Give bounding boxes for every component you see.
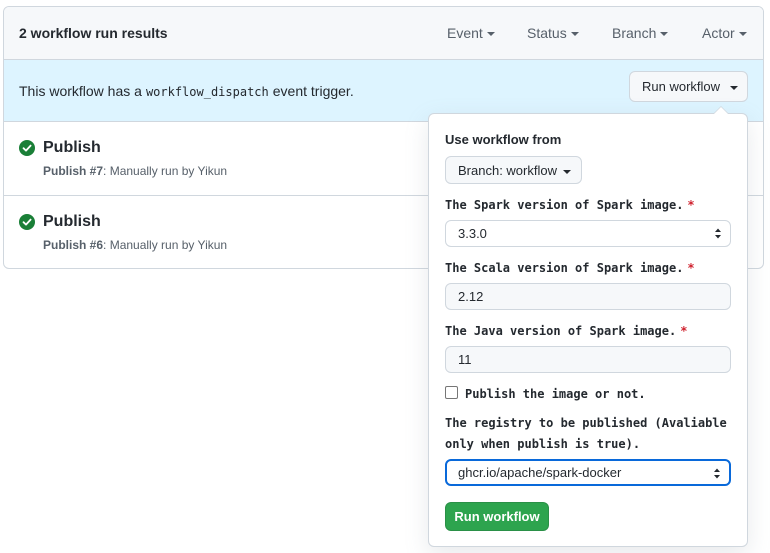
run-subtitle: Publish #7: Manually run by Yikun bbox=[43, 164, 228, 178]
filter-event[interactable]: Event bbox=[447, 25, 495, 41]
success-check-icon bbox=[19, 140, 35, 156]
java-version-label: The Java version of Spark image. * bbox=[445, 324, 688, 338]
required-marker: * bbox=[680, 324, 688, 338]
run-workflow-dropdown-button[interactable]: Run workflow bbox=[629, 71, 748, 102]
chevron-down-icon bbox=[660, 32, 669, 37]
chevron-down-icon bbox=[486, 32, 495, 37]
scala-version-input[interactable]: 2.12 bbox=[445, 283, 731, 310]
run-workflow-submit-button[interactable]: Run workflow bbox=[445, 502, 549, 531]
chevron-down-icon bbox=[730, 85, 739, 90]
chevron-down-icon bbox=[562, 169, 571, 174]
required-marker: * bbox=[687, 261, 695, 275]
publish-checkbox[interactable] bbox=[445, 386, 458, 399]
registry-select[interactable]: ghcr.io/apache/spark-docker bbox=[445, 459, 731, 486]
chevron-down-icon bbox=[570, 32, 579, 37]
filter-branch[interactable]: Branch bbox=[612, 25, 669, 41]
select-arrows-icon bbox=[715, 228, 721, 239]
branch-select-button[interactable]: Branch: workflow bbox=[445, 156, 582, 184]
run-workflow-popover: Use workflow from Branch: workflow The S… bbox=[428, 106, 748, 547]
registry-label-line1: The registry to be published (Avaliable bbox=[445, 416, 727, 430]
runs-count-title: 2 workflow run results bbox=[19, 25, 168, 41]
publish-label: Publish the image or not. bbox=[465, 387, 646, 401]
spark-version-label: The Spark version of Spark image. * bbox=[445, 198, 695, 212]
runs-header: 2 workflow run results Event Status Bran… bbox=[4, 7, 763, 60]
registry-label-line2: only when publish is true). bbox=[445, 437, 641, 451]
run-subtitle: Publish #6: Manually run by Yikun bbox=[43, 238, 228, 252]
chevron-down-icon bbox=[738, 32, 747, 37]
java-version-input[interactable]: 11 bbox=[445, 346, 731, 373]
run-title-link[interactable]: Publish bbox=[43, 213, 101, 231]
spark-version-select[interactable]: 3.3.0 bbox=[445, 220, 731, 247]
filter-status[interactable]: Status bbox=[527, 25, 579, 41]
scala-version-label: The Scala version of Spark image. * bbox=[445, 261, 695, 275]
success-check-icon bbox=[19, 214, 35, 230]
required-marker: * bbox=[687, 198, 695, 212]
select-arrows-icon bbox=[714, 468, 720, 479]
use-workflow-from-label: Use workflow from bbox=[445, 132, 562, 147]
dispatch-message: This workflow has a workflow_dispatch even… bbox=[19, 83, 354, 99]
filter-actor[interactable]: Actor bbox=[702, 25, 747, 41]
dispatch-event-code: workflow_dispatch bbox=[145, 85, 269, 99]
run-title-link[interactable]: Publish bbox=[43, 139, 101, 157]
